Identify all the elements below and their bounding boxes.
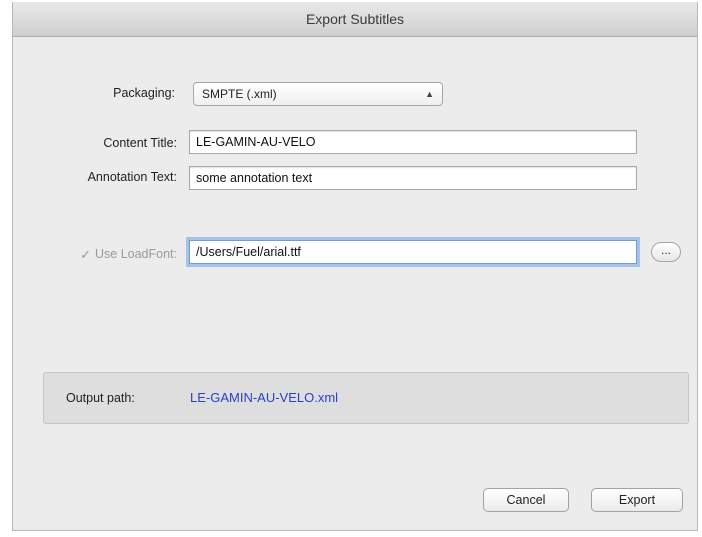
annotation-text-input[interactable]: some annotation text <box>189 166 637 190</box>
use-loadfont-label: Use LoadFont: <box>95 247 177 261</box>
content-title-input[interactable]: LE-GAMIN-AU-VELO <box>189 130 637 154</box>
loadfont-path-input[interactable]: /Users/Fuel/arial.ttf <box>189 240 637 264</box>
content-title-label: Content Title: <box>103 136 177 150</box>
packaging-selected-value: SMPTE (.xml) <box>202 87 277 101</box>
dialog-title: Export Subtitles <box>13 2 697 37</box>
output-path-label: Output path: <box>66 391 135 405</box>
use-loadfont-checkbox[interactable]: ✓ Use LoadFont: <box>33 247 177 262</box>
packaging-select[interactable]: SMPTE (.xml) ▲ <box>193 82 443 106</box>
browse-font-button[interactable]: ... <box>651 242 681 262</box>
output-path-panel: Output path: LE-GAMIN-AU-VELO.xml <box>43 372 689 424</box>
export-button[interactable]: Export <box>591 488 683 512</box>
checkmark-icon: ✓ <box>80 246 91 262</box>
packaging-label: Packaging: <box>113 86 175 100</box>
cancel-button[interactable]: Cancel <box>483 488 569 512</box>
output-path-value: LE-GAMIN-AU-VELO.xml <box>190 390 339 405</box>
annotation-text-label: Annotation Text: <box>87 170 177 184</box>
up-down-arrows-icon: ▲ <box>425 89 434 99</box>
export-subtitles-dialog: Export Subtitles Packaging: SMPTE (.xml)… <box>12 2 698 531</box>
